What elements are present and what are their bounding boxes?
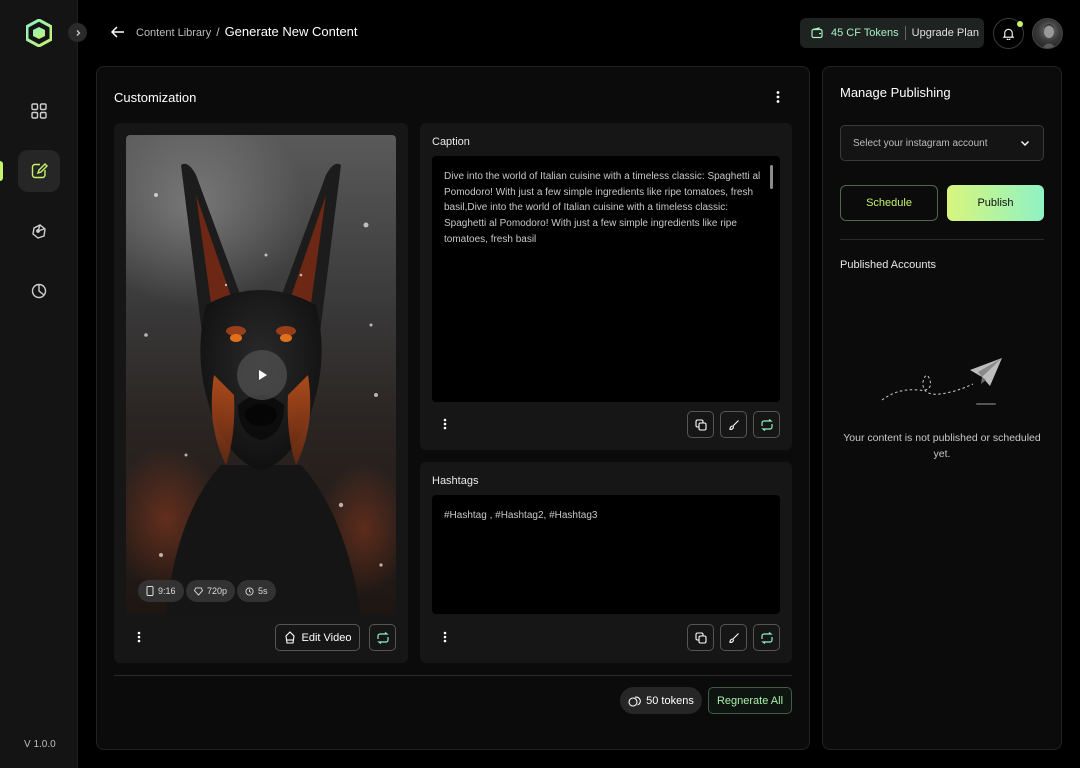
hashtags-label: Hashtags	[432, 475, 479, 487]
instagram-account-select[interactable]: Select your instagram account	[840, 125, 1044, 161]
brush-icon	[728, 632, 739, 643]
regenerate-icon	[760, 631, 773, 644]
regenerate-icon	[376, 631, 389, 644]
empty-state-message: Your content is not published or schedul…	[843, 432, 1041, 460]
play-icon	[259, 370, 267, 380]
caption-more-options-icon[interactable]	[438, 417, 452, 431]
diamond-icon	[194, 586, 203, 596]
customization-title: Customization	[114, 90, 197, 105]
regenerate-all-button[interactable]: Regnerate All	[708, 687, 792, 714]
caption-scrollbar[interactable]	[770, 165, 773, 189]
bell-icon	[1002, 28, 1015, 40]
caption-label: Caption	[432, 136, 470, 148]
breadcrumb-content-library[interactable]: Content Library	[136, 27, 211, 39]
chevron-down-icon	[1021, 141, 1029, 146]
duration-value: 5s	[258, 586, 268, 596]
edit-video-button[interactable]: Edit Video	[275, 624, 360, 651]
brain-icon	[32, 224, 46, 239]
regenerate-hashtags-button[interactable]	[753, 624, 780, 651]
sidebar-collapse-button[interactable]	[68, 23, 87, 42]
coins-icon	[628, 696, 641, 707]
upgrade-plan-link[interactable]: Upgrade Plan	[912, 27, 979, 39]
active-nav-indicator	[0, 161, 3, 181]
wallet-icon	[811, 27, 823, 39]
grid-icon	[31, 103, 47, 119]
breadcrumb-separator: /	[216, 25, 220, 39]
page-title: Generate New Content	[224, 24, 358, 39]
aspect-ratio-badge: 9:16	[138, 580, 184, 602]
paper-plane-icon	[881, 358, 1002, 405]
duration-badge: 5s	[237, 580, 276, 602]
copy-hashtags-button[interactable]	[687, 624, 714, 651]
breadcrumb: Content Library / Generate New Content	[136, 24, 358, 39]
edit-hashtags-button[interactable]	[720, 624, 747, 651]
publish-button[interactable]: Publish	[947, 185, 1044, 221]
video-edit-icon	[284, 631, 295, 644]
tokens-cost-badge: 50 tokens	[620, 687, 702, 714]
resolution-value: 720p	[207, 586, 228, 596]
copy-icon	[694, 631, 707, 644]
sidebar-item-dashboard[interactable]	[18, 90, 60, 132]
hashtags-more-options-icon[interactable]	[438, 630, 452, 644]
regenerate-video-button[interactable]	[369, 624, 396, 651]
clock-icon	[245, 586, 254, 596]
account-select-placeholder: Select your instagram account	[853, 137, 988, 149]
user-portrait-icon	[1042, 24, 1056, 48]
edit-caption-button[interactable]	[720, 411, 747, 438]
back-arrow-icon[interactable]	[110, 24, 126, 40]
pie-chart-icon	[31, 283, 47, 299]
avatar[interactable]	[1032, 18, 1063, 49]
brush-icon	[728, 419, 739, 430]
tokens-cost-value: 50 tokens	[646, 694, 694, 707]
token-count: 45 CF Tokens	[831, 27, 899, 39]
logo-icon[interactable]	[26, 19, 52, 47]
schedule-button[interactable]: Schedule	[840, 185, 938, 221]
resolution-badge: 720p	[186, 580, 236, 602]
publishing-divider	[840, 239, 1044, 240]
regenerate-caption-button[interactable]	[753, 411, 780, 438]
hashtags-textarea[interactable]: #Hashtag , #Hashtag2, #Hashtag3	[432, 495, 780, 614]
app-version: V 1.0.0	[24, 739, 56, 750]
footer-divider	[114, 675, 792, 676]
token-balance-pill[interactable]: 45 CF Tokens Upgrade Plan	[800, 18, 984, 48]
edit-note-icon	[31, 163, 48, 179]
caption-textarea[interactable]: Dive into the world of Italian cuisine w…	[432, 156, 780, 402]
regenerate-icon	[760, 418, 773, 431]
video-more-options-icon[interactable]	[132, 630, 146, 644]
phone-icon	[146, 586, 154, 596]
aspect-ratio-value: 9:16	[158, 586, 176, 596]
copy-caption-button[interactable]	[687, 411, 714, 438]
play-button[interactable]	[237, 350, 287, 400]
copy-icon	[694, 418, 707, 431]
notification-badge	[1017, 21, 1023, 27]
token-divider	[904, 26, 906, 40]
sidebar-item-analytics[interactable]	[18, 270, 60, 312]
published-accounts-label: Published Accounts	[840, 259, 937, 271]
sidebar-item-content[interactable]	[18, 150, 60, 192]
chevron-right-icon	[76, 29, 80, 36]
sidebar: V 1.0.0	[0, 0, 78, 768]
more-options-icon[interactable]	[770, 89, 786, 105]
edit-video-label: Edit Video	[301, 631, 352, 644]
publishing-title: Manage Publishing	[840, 85, 951, 100]
sidebar-item-ai[interactable]	[18, 210, 60, 252]
